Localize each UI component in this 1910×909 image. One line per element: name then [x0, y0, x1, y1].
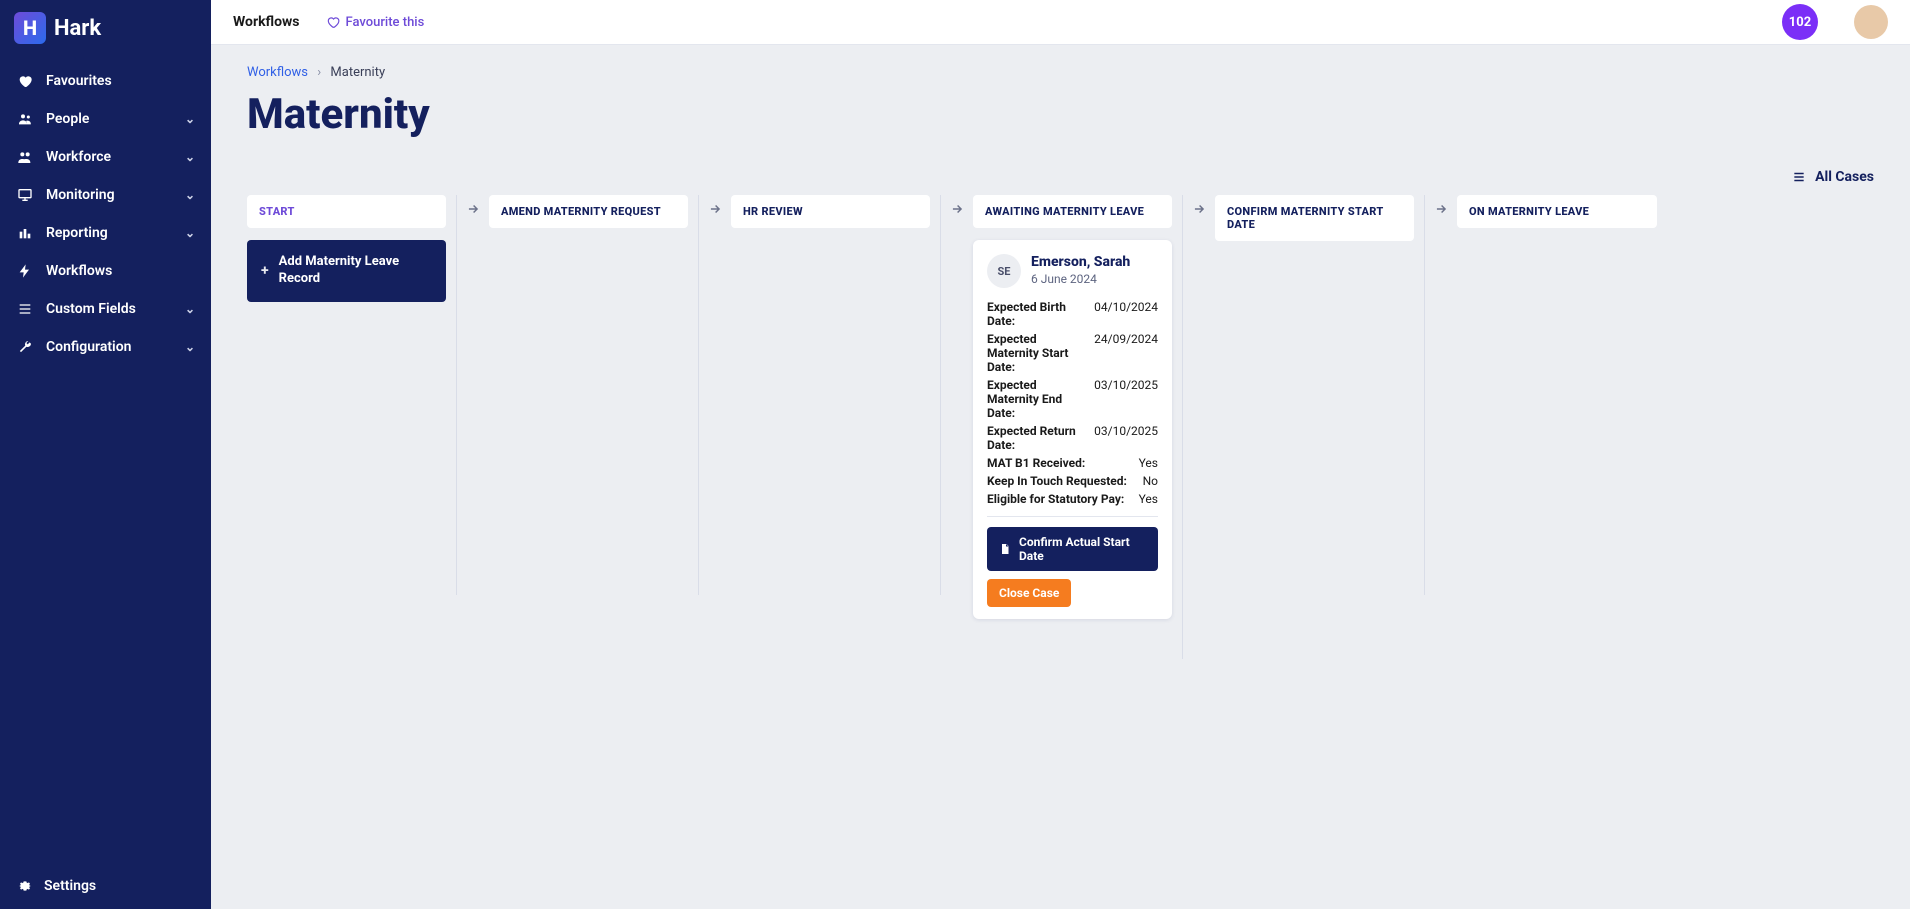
- case-card[interactable]: SE Emerson, Sarah 6 June 2024 Expected B…: [973, 240, 1172, 619]
- heart-outline-icon: [326, 15, 340, 29]
- sidebar-item-custom-fields[interactable]: Custom Fields ⌄: [0, 290, 211, 328]
- column-arrow: [1425, 195, 1457, 216]
- column-confirm-maternity-start-date: CONFIRM MATERNITY START DATE: [1215, 195, 1425, 595]
- chevron-down-icon: ⌄: [185, 112, 195, 126]
- sidebar-nav: Favourites People ⌄ Workforce ⌄: [0, 62, 211, 863]
- sidebar-item-label: People: [46, 111, 173, 127]
- settings-label: Settings: [44, 878, 96, 894]
- sidebar-item-monitoring[interactable]: Monitoring ⌄: [0, 176, 211, 214]
- toolbar-row: All Cases: [247, 169, 1874, 185]
- column-header: START: [247, 195, 446, 228]
- all-cases-button[interactable]: All Cases: [1791, 169, 1874, 185]
- column-header: AMEND MATERNITY REQUEST: [489, 195, 688, 228]
- group-icon: [16, 148, 34, 166]
- topbar: Workflows Favourite this 102: [211, 0, 1910, 45]
- case-fields: Expected Birth Date:04/10/2024 Expected …: [987, 300, 1158, 506]
- sidebar-item-label: Workforce: [46, 149, 173, 165]
- list-icon: [1791, 170, 1807, 184]
- arrow-right-icon: [950, 202, 964, 216]
- chevron-down-icon: ⌄: [185, 340, 195, 354]
- column-arrow: [1183, 195, 1215, 216]
- close-case-label: Close Case: [999, 586, 1059, 600]
- sidebar: H Hark Favourites People ⌄ Wor: [0, 0, 211, 909]
- column-start: START + Add Maternity Leave Record: [247, 195, 457, 595]
- case-name: Emerson, Sarah: [1031, 254, 1130, 270]
- add-record-label: Add Maternity Leave Record: [279, 254, 432, 288]
- wrench-icon: [16, 338, 34, 356]
- case-date: 6 June 2024: [1031, 272, 1130, 286]
- chevron-down-icon: ⌄: [185, 188, 195, 202]
- sidebar-item-label: Configuration: [46, 339, 173, 355]
- sidebar-item-configuration[interactable]: Configuration ⌄: [0, 328, 211, 366]
- arrow-right-icon: [466, 202, 480, 216]
- notifications-badge[interactable]: 102: [1782, 4, 1818, 40]
- all-cases-label: All Cases: [1815, 169, 1874, 185]
- list-icon: [16, 300, 34, 318]
- case-avatar: SE: [987, 254, 1021, 288]
- column-hr-review: HR REVIEW: [731, 195, 941, 595]
- chevron-down-icon: ⌄: [185, 150, 195, 164]
- close-case-button[interactable]: Close Case: [987, 579, 1071, 607]
- column-awaiting-maternity-leave: AWAITING MATERNITY LEAVE SE Emerson, Sar…: [973, 195, 1183, 659]
- divider: [987, 516, 1158, 517]
- plus-icon: +: [261, 262, 269, 280]
- column-header: AWAITING MATERNITY LEAVE: [973, 195, 1172, 228]
- column-amend-maternity-request: AMEND MATERNITY REQUEST: [489, 195, 699, 595]
- sidebar-item-workforce[interactable]: Workforce ⌄: [0, 138, 211, 176]
- heart-icon: [16, 72, 34, 90]
- chart-icon: [16, 224, 34, 242]
- favourite-button[interactable]: Favourite this: [326, 15, 425, 30]
- chevron-down-icon: ⌄: [185, 226, 195, 240]
- sidebar-settings[interactable]: Settings: [0, 863, 211, 909]
- gear-icon: [16, 877, 34, 895]
- sidebar-item-label: Monitoring: [46, 187, 173, 203]
- sidebar-item-favourites[interactable]: Favourites: [0, 62, 211, 100]
- breadcrumb-parent[interactable]: Workflows: [247, 65, 308, 80]
- arrow-right-icon: [1434, 202, 1448, 216]
- breadcrumb-separator: ›: [317, 65, 321, 80]
- bolt-icon: [16, 262, 34, 280]
- kanban-board[interactable]: START + Add Maternity Leave Record AMEND…: [247, 195, 1874, 909]
- column-arrow: [699, 195, 731, 216]
- sidebar-item-people[interactable]: People ⌄: [0, 100, 211, 138]
- sidebar-item-workflows[interactable]: Workflows: [0, 252, 211, 290]
- document-icon: [999, 543, 1011, 555]
- topbar-title: Workflows: [233, 14, 300, 30]
- column-on-maternity-leave: ON MATERNITY LEAVE: [1457, 195, 1667, 595]
- monitor-icon: [16, 186, 34, 204]
- chevron-down-icon: ⌄: [185, 302, 195, 316]
- brand-name: Hark: [54, 16, 101, 41]
- sidebar-item-label: Favourites: [46, 73, 195, 89]
- sidebar-item-label: Reporting: [46, 225, 173, 241]
- content: Workflows › Maternity Maternity All Case…: [211, 45, 1910, 909]
- breadcrumb-current: Maternity: [330, 65, 385, 80]
- logo[interactable]: H Hark: [0, 0, 211, 62]
- sidebar-item-reporting[interactable]: Reporting ⌄: [0, 214, 211, 252]
- arrow-right-icon: [708, 202, 722, 216]
- favourite-label: Favourite this: [346, 15, 425, 30]
- sidebar-item-label: Custom Fields: [46, 301, 173, 317]
- main: Workflows Favourite this 102 Workflows ›…: [211, 0, 1910, 909]
- arrow-right-icon: [1192, 202, 1206, 216]
- breadcrumb: Workflows › Maternity: [247, 65, 1874, 80]
- people-icon: [16, 110, 34, 128]
- logo-mark-icon: H: [14, 12, 46, 44]
- column-header: CONFIRM MATERNITY START DATE: [1215, 195, 1414, 241]
- column-arrow: [941, 195, 973, 216]
- column-header: ON MATERNITY LEAVE: [1457, 195, 1657, 228]
- column-arrow: [457, 195, 489, 216]
- confirm-actual-start-date-button[interactable]: Confirm Actual Start Date: [987, 527, 1158, 571]
- sidebar-item-label: Workflows: [46, 263, 195, 279]
- page-title: Maternity: [247, 90, 1874, 139]
- add-maternity-leave-record-button[interactable]: + Add Maternity Leave Record: [247, 240, 446, 302]
- column-header: HR REVIEW: [731, 195, 930, 228]
- confirm-action-label: Confirm Actual Start Date: [1019, 535, 1146, 563]
- user-avatar[interactable]: [1854, 5, 1888, 39]
